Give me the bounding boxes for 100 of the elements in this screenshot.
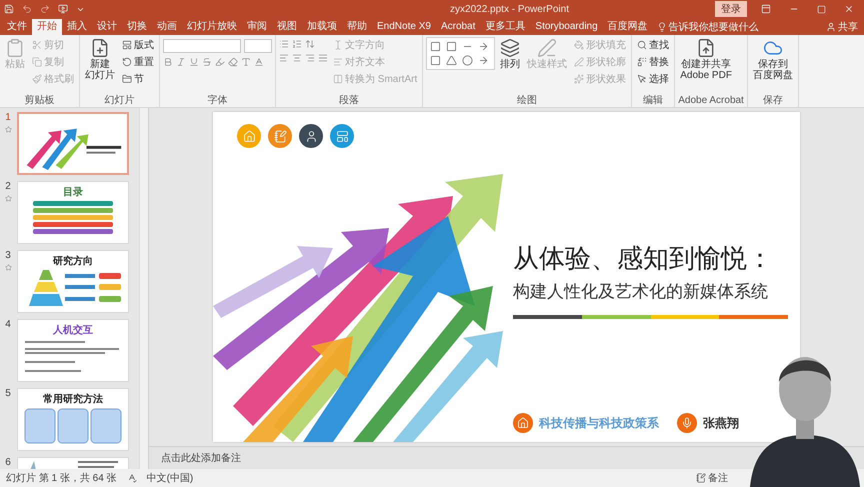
quick-styles-icon	[537, 38, 558, 58]
slide-thumbnail[interactable]: 目录	[17, 181, 129, 244]
rectangle-icon	[430, 41, 442, 52]
justify-icon	[318, 53, 328, 63]
language-label[interactable]: 中文(中国)	[146, 471, 194, 485]
slide-heading: 研究方向	[53, 254, 93, 268]
pdf-file-icon	[696, 38, 716, 58]
square-icon	[430, 55, 442, 66]
clipboard-icon	[5, 38, 25, 58]
slide-count: 幻灯片 第 1 张，共 64 张	[6, 472, 117, 485]
text-direction-icon	[333, 40, 343, 50]
layout-icon	[122, 40, 132, 50]
effects-icon	[574, 74, 584, 84]
slide-heading: 人机交互	[53, 323, 93, 337]
underline-icon	[189, 57, 199, 67]
ribbon-button[interactable]: 节	[120, 71, 156, 87]
ribbon-button[interactable]: 重置	[120, 54, 156, 70]
ribbon-tab[interactable]: 视图	[272, 19, 302, 35]
group-label: Adobe Acrobat	[678, 95, 744, 107]
slide-number: 2	[5, 181, 11, 192]
scissors-icon	[32, 40, 42, 50]
align-center-icon	[292, 53, 302, 63]
align-left-icon	[279, 53, 289, 63]
align-right-icon	[305, 53, 315, 63]
ribbon-tab[interactable]: 加载项	[302, 19, 342, 35]
lightbulb-icon	[656, 22, 667, 32]
ribbon-tab[interactable]: 开始	[32, 19, 62, 35]
slide-title: 从体验、感知到愉悦：	[513, 242, 774, 275]
group-label: 绘图	[516, 95, 538, 107]
ribbon-button[interactable]: 创建并共享 Adobe PDF	[678, 37, 734, 82]
font-size-field[interactable]	[244, 39, 272, 53]
arrow-icon	[478, 55, 490, 66]
ribbon-tab[interactable]: 帮助	[342, 19, 372, 35]
slide-number: 6	[5, 457, 11, 468]
font-name-field[interactable]	[163, 39, 241, 53]
ribbon-tab[interactable]: 审阅	[242, 19, 272, 35]
rectangle-icon	[446, 41, 458, 52]
ribbon-button[interactable]: 版式	[120, 37, 156, 53]
ribbon-button[interactable]: 查找	[635, 37, 672, 53]
highlighter-icon	[215, 57, 225, 67]
new-slide-icon	[90, 38, 110, 58]
group-label: 保存	[762, 95, 784, 107]
notes-placeholder[interactable]: 点击此处添加备注	[161, 451, 241, 465]
ribbon-tab[interactable]: 插入	[62, 19, 92, 35]
paintbrush-icon	[32, 74, 42, 84]
search-icon	[637, 40, 648, 50]
line-spacing-icon	[305, 39, 315, 49]
presenter-name: 张燕翔	[703, 414, 739, 432]
ribbon-tab[interactable]: 动画	[152, 19, 182, 35]
slide-thumbnail[interactable]: 人机交互	[17, 319, 129, 382]
save-icon	[4, 4, 14, 14]
ribbon-button[interactable]: 排列	[498, 37, 522, 71]
group-label: 剪贴板	[24, 95, 56, 107]
ribbon-tab[interactable]: 百度网盘	[602, 19, 653, 35]
slide-thumbnail[interactable]: 常用研究方法	[17, 388, 129, 451]
house-icon	[517, 417, 529, 429]
slide-thumbnail[interactable]: 研究方向	[17, 250, 129, 313]
ribbon-tab[interactable]: 更多工具	[480, 19, 530, 35]
slide-number: 3	[5, 250, 11, 261]
fill-icon	[574, 40, 584, 50]
window-title: zyx2022.pptx - PowerPoint	[449, 4, 570, 14]
scrollbar[interactable]	[139, 108, 148, 469]
notes-icon	[696, 473, 706, 483]
font-color-icon	[241, 57, 251, 67]
head-icon	[304, 130, 318, 142]
ribbon-tab[interactable]: EndNote X9	[372, 19, 436, 35]
notes-button[interactable]: 备注	[690, 470, 734, 486]
share-button[interactable]: 共享	[820, 19, 864, 35]
undo-icon	[22, 4, 32, 14]
microphone-icon	[681, 417, 693, 429]
slide-number: 4	[5, 319, 11, 330]
shapes-gallery[interactable]	[426, 37, 496, 70]
ribbon-display-icon	[761, 4, 771, 14]
ribbon-button[interactable]: 替换	[635, 54, 672, 70]
copy-icon	[32, 57, 42, 67]
sign-in-button[interactable]: 登录	[715, 1, 747, 17]
ribbon-tab[interactable]: 文件	[2, 19, 32, 35]
ribbon-tab[interactable]: Acrobat	[436, 19, 480, 35]
ribbon-tab[interactable]: 幻灯片放映	[182, 19, 242, 35]
slide-number: 1	[5, 112, 11, 123]
person-icon	[826, 22, 836, 32]
ribbon-button[interactable]: 新建 幻灯片	[83, 37, 117, 82]
ribbon-button[interactable]: 保存到 百度网盘	[750, 37, 795, 82]
tell-me-search[interactable]: 告诉我你想要做什么	[652, 19, 763, 35]
outline-icon	[574, 57, 584, 67]
italic-icon	[176, 57, 186, 67]
numbering-icon	[292, 39, 302, 49]
spell-check-icon	[126, 473, 137, 483]
triangle-icon	[446, 55, 458, 66]
ribbon-button[interactable]: 选择	[635, 71, 672, 87]
clear-format-icon	[228, 57, 238, 67]
section-icon	[122, 74, 132, 84]
text-baseline-icon	[254, 57, 264, 67]
ribbon-tab[interactable]: Storyboarding	[530, 19, 603, 35]
strikethrough-icon	[202, 57, 212, 67]
group-label: 段落	[338, 95, 360, 107]
presentation-icon	[58, 4, 68, 14]
ribbon-tab[interactable]: 切换	[122, 19, 152, 35]
ribbon-tab[interactable]: 设计	[92, 19, 122, 35]
align-text-icon	[333, 57, 343, 67]
